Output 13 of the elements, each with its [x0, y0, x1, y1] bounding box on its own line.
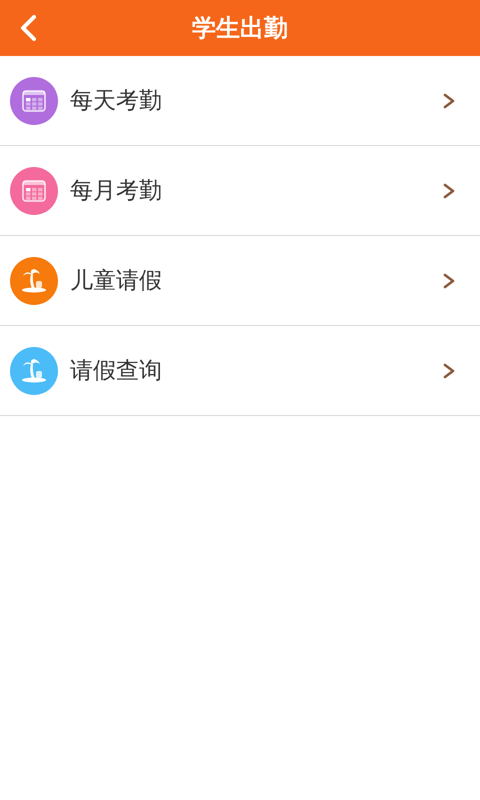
menu-label: 请假查询	[70, 357, 163, 386]
chevron-right-icon	[442, 272, 456, 290]
menu-item[interactable]: 请假查询	[0, 326, 480, 416]
page-title: 学生出勤	[192, 13, 288, 44]
menu-label: 儿童请假	[70, 267, 163, 296]
menu-item[interactable]: 儿童请假	[0, 236, 480, 326]
menu-label: 每天考勤	[70, 87, 163, 116]
chevron-right-icon	[442, 182, 456, 200]
chevron-right-icon	[442, 92, 456, 110]
menu-item[interactable]: 每月考勤	[0, 146, 480, 236]
chevron-right-icon	[442, 362, 456, 380]
menu-label: 每月考勤	[70, 177, 163, 206]
menu-item[interactable]: 每天考勤	[0, 56, 480, 146]
